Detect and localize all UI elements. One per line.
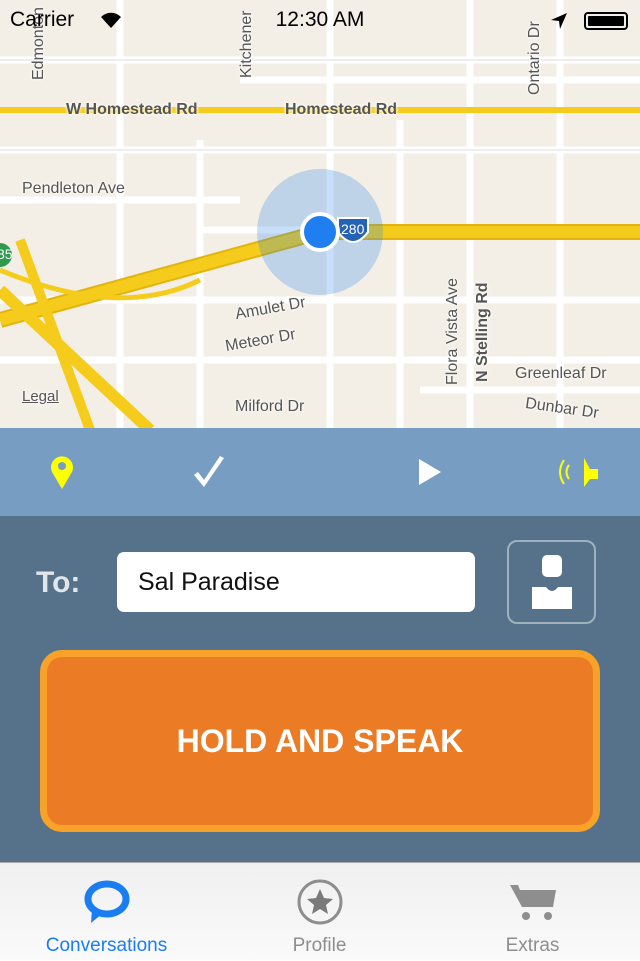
tab-conversations[interactable]: Conversations [0,863,213,961]
star-circle-icon [297,879,342,925]
to-label: To: [36,566,81,599]
play-icon [419,459,441,485]
map-view[interactable]: W Homestead Rd Homestead Rd Pendleton Av… [0,0,640,430]
map-label: Pendleton Ave [22,180,125,197]
speaker-broadcast-icon [559,458,598,487]
speech-bubble-icon [84,880,129,923]
checkmark-icon [194,456,224,487]
battery-icon [584,12,628,30]
tab-label: Profile [292,935,347,956]
map-label: Milford Dr [235,398,305,415]
map-label: W Homestead Rd [66,101,198,118]
compose-panel: To: HOLD AND SPEAK [0,516,640,862]
tab-extras[interactable]: Extras [426,863,639,961]
tab-label: Conversations [45,935,168,956]
map-label: Homestead Rd [285,101,398,118]
highway-shield: 85 [0,246,13,262]
map-label: Greenleaf Dr [515,365,607,382]
contacts-button[interactable] [507,540,596,624]
contact-person-icon [531,555,572,609]
hold-and-speak-button[interactable]: HOLD AND SPEAK [40,650,600,832]
play-button[interactable] [410,452,450,492]
status-bar: Carrier 12:30 AM [0,0,640,40]
map-label: N Stelling Rd [474,282,491,382]
tab-label: Extras [505,935,560,956]
highway-shield: 280 [341,221,365,237]
recipient-input[interactable] [117,552,475,612]
legal-link[interactable]: Legal [22,388,59,405]
speaker-button[interactable] [556,452,606,492]
location-arrow-icon [551,13,567,29]
map-label: Flora Vista Ave [444,277,461,385]
location-pin-icon [51,456,73,489]
location-pin-button[interactable] [42,452,82,492]
tab-profile[interactable]: Profile [213,863,426,961]
check-button[interactable] [190,452,230,492]
time-label: 12:30 AM [275,8,365,31]
toolbar [0,428,640,516]
tab-bar: Conversations Profile Extras [0,862,640,960]
shopping-cart-icon [509,885,556,920]
